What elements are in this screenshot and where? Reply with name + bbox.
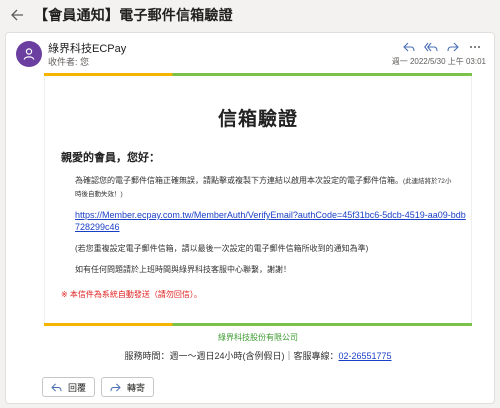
reply-icon	[403, 42, 415, 52]
email-body: 信箱驗證 親愛的會員，您好： 為確認您的電子郵件信箱正確無誤，請點擊或複製下方連…	[44, 73, 472, 373]
email-title: 信箱驗證	[217, 109, 298, 130]
reply-all-icon	[424, 42, 438, 52]
hotline-link[interactable]: 02-26551775	[338, 351, 391, 361]
message-actions	[400, 39, 484, 55]
arrow-left-icon	[11, 9, 23, 21]
message-card: 綠界科技ECPay 收件者: 您 週一 2022/5/30 上午 03:01 信…	[5, 32, 495, 404]
email-footer: 綠界科技股份有限公司 服務時間：週一～週日24小時(含例假日)｜客服專線：02-…	[44, 326, 472, 362]
greeting: 親愛的會員，您好：	[61, 152, 160, 164]
avatar	[16, 41, 42, 67]
forward-icon	[110, 383, 121, 391]
reply-all-action[interactable]	[422, 39, 440, 55]
service-hours: 服務時間：週一～週日24小時(含例假日)｜客服專線：	[124, 351, 339, 361]
sender-name[interactable]: 綠界科技ECPay	[48, 40, 126, 56]
more-actions[interactable]	[466, 39, 484, 55]
auto-send-notice: ※ 本信件為系統自動發送（請勿回信）。	[61, 290, 202, 299]
forward-button[interactable]: 轉寄	[101, 377, 155, 397]
more-icon	[470, 46, 480, 48]
instruction-paragraph: 為確認您的電子郵件信箱正確無誤，請點擊或複製下方連結以啟用本次設定的電子郵件信箱…	[75, 175, 455, 201]
reply-action[interactable]	[400, 39, 418, 55]
reply-buttons: 回覆 轉寄	[42, 377, 155, 397]
service-info: 服務時間：週一～週日24小時(含例假日)｜客服專線：02-26551775	[44, 349, 472, 362]
forward-action[interactable]	[444, 39, 462, 55]
email-subject: 【會員通知】電子郵件信箱驗證	[34, 7, 233, 23]
received-timestamp: 週一 2022/5/30 上午 03:01	[391, 57, 486, 66]
contact-note: 如有任何問題請於上班時間與綠界科技客服中心聯繫，謝謝！	[75, 265, 291, 274]
forward-label: 轉寄	[127, 382, 146, 393]
reply-label: 回覆	[68, 382, 87, 393]
company-name: 綠界科技股份有限公司	[218, 333, 298, 342]
email-content: 信箱驗證 親愛的會員，您好： 為確認您的電子郵件信箱正確無誤，請點擊或複製下方連…	[44, 76, 472, 323]
repeat-setting-note: (若您重複設定電子郵件信箱，請以最後一次設定的電子郵件信箱所收到的通知為準)	[75, 244, 369, 253]
back-button[interactable]	[6, 4, 28, 26]
recipient-line: 收件者: 您	[48, 57, 90, 67]
forward-icon	[447, 42, 459, 52]
reply-button[interactable]: 回覆	[42, 377, 96, 397]
person-icon	[23, 48, 35, 60]
subject-bar: 【會員通知】電子郵件信箱驗證	[0, 0, 500, 30]
verification-link[interactable]: https://Member.ecpay.com.tw/MemberAuth/V…	[75, 209, 470, 233]
instruction-text: 為確認您的電子郵件信箱正確無誤，請點擊或複製下方連結以啟用本次設定的電子郵件信箱…	[75, 176, 403, 185]
reply-icon	[51, 383, 62, 391]
